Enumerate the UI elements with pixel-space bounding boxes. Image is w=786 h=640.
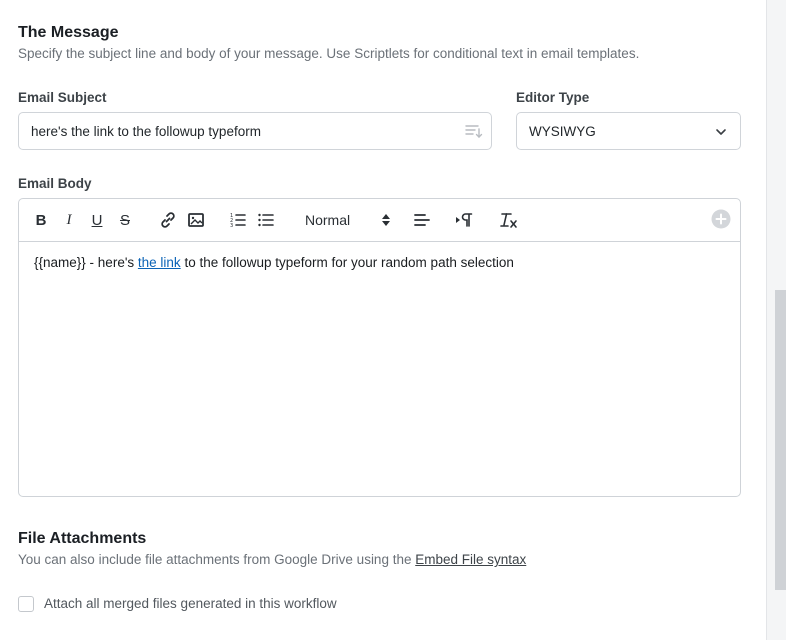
plus-circle-icon[interactable] [711,209,731,229]
section-title-message: The Message [18,24,119,41]
attach-merged-files-label[interactable]: Attach all merged files generated in thi… [44,596,337,611]
underline-button[interactable]: U [89,211,105,229]
italic-button[interactable]: I [61,211,77,229]
clear-formatting-icon[interactable] [499,211,519,229]
attachments-description-text: You can also include file attachments fr… [18,552,416,567]
rich-text-editor[interactable]: B I U S 1 2 3 Normal {{name}} - here's t… [18,198,741,497]
body-text-before: {{name}} - here's [34,255,138,270]
link-icon[interactable] [159,211,177,229]
ordered-list-icon[interactable]: 123 [229,211,247,229]
strikethrough-button[interactable]: S [117,211,133,229]
align-icon[interactable] [413,211,431,229]
embed-file-syntax-link[interactable]: Embed File syntax [415,552,526,567]
section-description-attachments: You can also include file attachments fr… [18,552,526,567]
editor-type-label: Editor Type [516,90,590,105]
chevron-down-icon [714,125,728,139]
sort-arrows-icon [381,213,391,227]
section-title-attachments: File Attachments [18,530,147,547]
svg-text:3: 3 [230,223,233,229]
text-direction-icon[interactable] [455,211,475,229]
body-link[interactable]: the link [138,255,181,270]
email-body-label: Email Body [18,176,92,191]
body-text-after: to the followup typeform for your random… [180,255,514,270]
editor-type-value: WYSIWYG [529,123,596,139]
bullet-list-icon[interactable] [257,211,275,229]
email-subject-input[interactable]: here's the link to the followup typeform [18,112,492,150]
font-size-value: Normal [305,212,351,228]
email-subject-label: Email Subject [18,90,107,105]
editor-toolbar: B I U S 1 2 3 Normal [19,199,740,242]
scrollbar-thumb[interactable] [775,290,786,590]
email-subject-value: here's the link to the followup typeform [31,123,261,139]
image-icon[interactable] [187,211,205,229]
editor-type-select[interactable]: WYSIWYG [516,112,741,150]
list-sort-icon[interactable] [465,123,483,139]
section-description-message: Specify the subject line and body of you… [18,46,640,61]
attach-merged-files-checkbox[interactable] [18,596,34,612]
font-size-select[interactable]: Normal [299,211,391,229]
editor-content[interactable]: {{name}} - here's the link to the follow… [34,255,514,270]
email-settings-panel: The Message Specify the subject line and… [0,0,766,640]
bold-button[interactable]: B [33,211,49,229]
